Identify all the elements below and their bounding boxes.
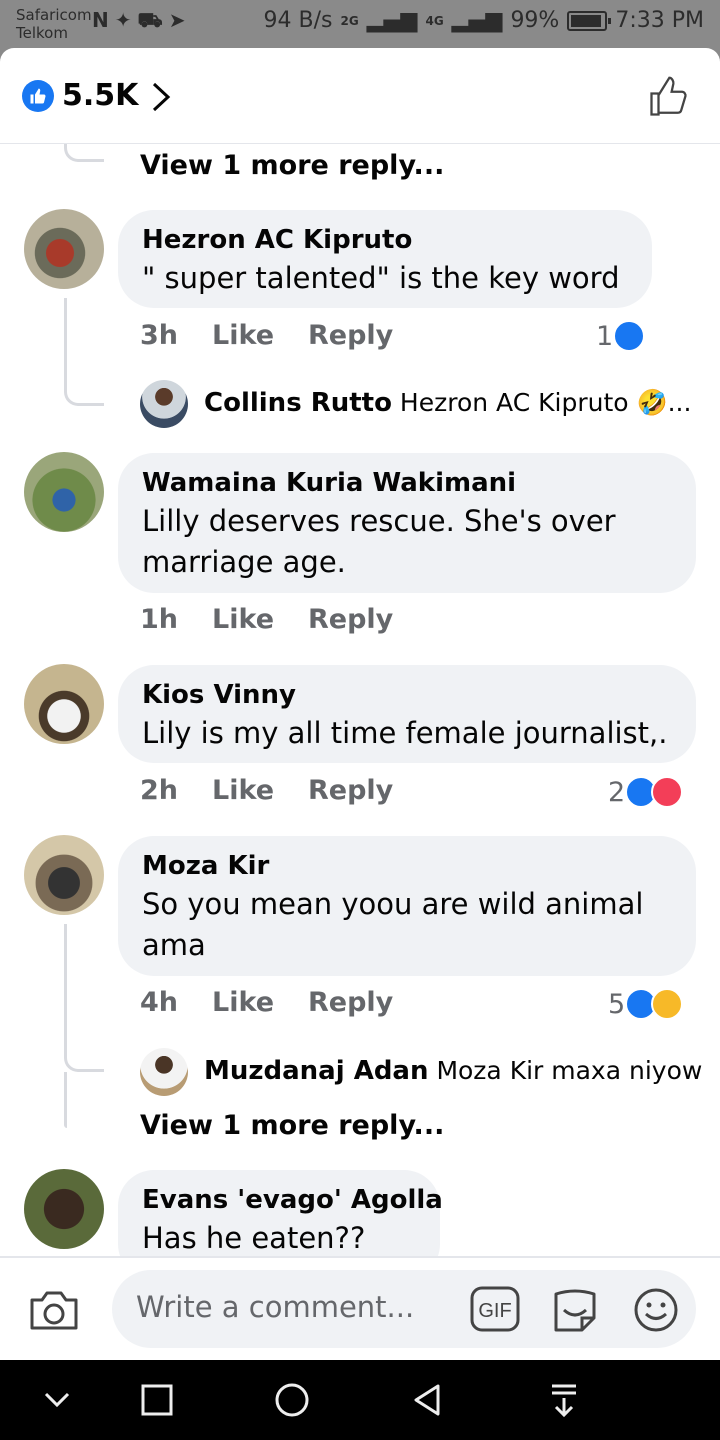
avatar[interactable]: [24, 452, 104, 532]
thread-connector: [64, 298, 104, 406]
comment-placeholder: Write a comment...: [136, 1290, 415, 1324]
cart-icon: ⛟: [137, 8, 169, 32]
battery-percent: 99%: [510, 8, 560, 33]
reply-author[interactable]: Collins Rutto: [204, 388, 392, 418]
comment-text: Lily is my all time female journalist,.: [142, 716, 668, 750]
reply-preview[interactable]: Collins Rutto Hezron AC Kipruto 🤣...: [204, 388, 691, 418]
recents-square-icon[interactable]: [140, 1382, 174, 1418]
reply-text: Moza Kir maxa niyow: [436, 1056, 703, 1085]
reply-button[interactable]: Reply: [308, 987, 393, 1018]
reply-avatar[interactable]: [140, 1048, 188, 1096]
haha-reaction-icon: [651, 988, 684, 1020]
reply-button[interactable]: Reply: [308, 320, 393, 351]
chevron-down-icon[interactable]: [42, 1382, 72, 1418]
twitter-icon: ✦: [114, 8, 138, 32]
comment-author[interactable]: Moza Kir: [142, 848, 672, 884]
reply-preview[interactable]: Muzdanaj Adan Moza Kir maxa niyow: [204, 1056, 702, 1086]
like-button[interactable]: Like: [212, 604, 274, 635]
gif-label: GIF: [478, 1300, 511, 1322]
camera-icon[interactable]: [28, 1286, 80, 1334]
avatar[interactable]: [24, 209, 104, 289]
reactions-header[interactable]: 5.5K: [0, 48, 720, 144]
comment-author[interactable]: Kios Vinny: [142, 677, 672, 713]
avatar[interactable]: [24, 1169, 104, 1249]
comment-bubble: Moza Kir So you mean yoou are wild anima…: [118, 836, 696, 976]
like-button[interactable]: Like: [212, 320, 274, 351]
signal-bars-icon-2: ▂▄▆: [451, 8, 503, 33]
chevron-right-icon[interactable]: [150, 81, 172, 113]
thumbs-up-outline-icon[interactable]: [648, 76, 690, 118]
reaction-count: 5: [608, 988, 626, 1020]
like-button[interactable]: Like: [212, 775, 274, 806]
like-badge-icon: [22, 80, 54, 112]
comment-text: Lilly deserves rescue. She's over marria…: [142, 504, 616, 579]
reply-button[interactable]: Reply: [308, 775, 393, 806]
comment-text: Has he eaten??: [142, 1221, 366, 1255]
news-icon: N: [92, 8, 115, 32]
status-right: 94 B/s 2G ▂▄▆ 4G ▂▄▆ 99% 7:33 PM: [264, 8, 704, 33]
comment-reactions[interactable]: 5: [608, 988, 684, 1020]
carrier-2: Telkom: [16, 24, 68, 42]
comment-author[interactable]: Evans 'evago' Agolla: [142, 1182, 443, 1218]
back-triangle-icon[interactable]: [410, 1382, 444, 1418]
view-more-replies[interactable]: View 1 more reply...: [140, 150, 444, 181]
comment-time: 4h: [140, 987, 179, 1018]
signal-4g: 4G: [425, 13, 444, 28]
reply-button[interactable]: Reply: [308, 604, 393, 635]
system-nav-bar: [0, 1360, 720, 1440]
comment-input[interactable]: Write a comment... GIF: [112, 1270, 696, 1348]
comment-reactions[interactable]: 2: [608, 776, 684, 808]
like-button[interactable]: Like: [212, 987, 274, 1018]
home-circle-icon[interactable]: [274, 1382, 310, 1418]
avatar[interactable]: [24, 835, 104, 915]
comment-composer: Write a comment... GIF: [0, 1256, 720, 1360]
love-reaction-icon: [651, 776, 684, 808]
comment-text: " super talented" is the key word: [142, 261, 620, 295]
comment-text: So you mean yoou are wild animal ama: [142, 887, 644, 962]
comment-time: 2h: [140, 775, 179, 806]
avatar[interactable]: [24, 664, 104, 744]
comment-time: 1h: [140, 604, 179, 635]
carrier-1: Safaricom: [16, 6, 92, 24]
thread-connector: [64, 1072, 67, 1128]
net-speed: 94 B/s: [263, 8, 333, 33]
emoji-icon[interactable]: [632, 1286, 680, 1334]
notification-pull-icon[interactable]: [548, 1382, 580, 1418]
reply-author[interactable]: Muzdanaj Adan: [204, 1056, 428, 1086]
comment-reactions[interactable]: 1: [596, 320, 646, 352]
reaction-count: 2: [608, 776, 626, 808]
telegram-icon: ➤: [168, 8, 192, 32]
reply-avatar[interactable]: [140, 380, 188, 428]
carrier-names: Safaricom Telkom: [16, 6, 92, 42]
comment-bubble: Hezron AC Kipruto " super talented" is t…: [118, 210, 652, 308]
reaction-count: 1: [596, 320, 614, 352]
gif-icon[interactable]: GIF: [470, 1286, 520, 1332]
comment-actions: 1h Like Reply: [0, 604, 720, 644]
signal-bars-icon: ▂▄▆: [366, 8, 418, 33]
clock: 7:33 PM: [615, 8, 704, 33]
comment-bubble: Wamaina Kuria Wakimani Lilly deserves re…: [118, 453, 696, 593]
comment-bubble: Kios Vinny Lily is my all time female jo…: [118, 665, 696, 763]
thread-connector: [64, 924, 104, 1072]
sticker-icon[interactable]: [550, 1286, 600, 1334]
view-more-replies[interactable]: View 1 more reply...: [140, 1110, 444, 1141]
comments-sheet: 5.5K View 1 more reply... Hezron AC Kipr…: [0, 48, 720, 1360]
comment-author[interactable]: Wamaina Kuria Wakimani: [142, 465, 672, 501]
comment-author[interactable]: Hezron AC Kipruto: [142, 222, 628, 258]
status-bar: Safaricom Telkom N✦⛟➤ 94 B/s 2G ▂▄▆ 4G ▂…: [0, 0, 720, 48]
like-reaction-icon: [613, 320, 646, 352]
reply-text: Hezron AC Kipruto 🤣...: [399, 388, 692, 417]
notification-icons: N✦⛟➤: [92, 8, 191, 35]
battery-icon: [567, 10, 612, 31]
thread-connector: [64, 144, 104, 162]
comment-time: 3h: [140, 320, 179, 351]
reaction-count: 5.5K: [62, 78, 139, 113]
signal-2g: 2G: [340, 13, 359, 28]
